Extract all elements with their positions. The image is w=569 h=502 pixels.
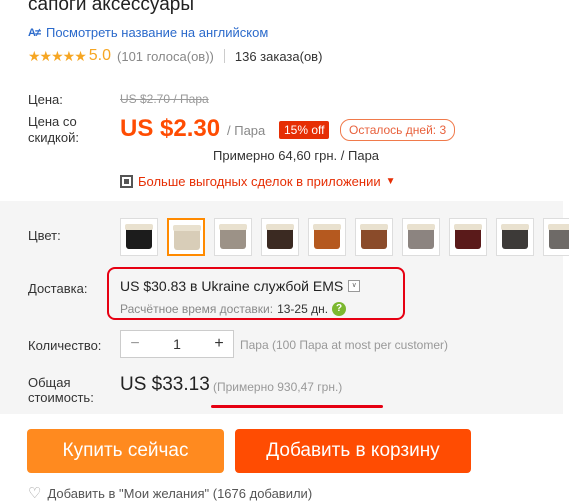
color-swatch-brown[interactable] — [355, 218, 393, 256]
translate-link-label[interactable]: Посмотреть название на английском — [46, 25, 268, 40]
old-price: US $2.70 / Пара — [120, 92, 209, 106]
product-title: сапоги аксессуары — [28, 0, 194, 15]
swatch-lace — [219, 224, 247, 230]
translate-link[interactable]: A≠ Посмотреть название на английском — [28, 25, 268, 40]
swatch-lace — [548, 224, 569, 230]
swatch-lace — [501, 224, 529, 230]
help-icon[interactable]: ? — [332, 302, 347, 316]
quantity-stepper: − 1 + — [120, 330, 234, 358]
swatch-lace — [173, 225, 201, 231]
swatch-lace — [266, 224, 294, 230]
delivery-time: Расчётное время доставки: 13-25 дн. ? — [120, 302, 347, 316]
swatch-image — [220, 227, 246, 249]
swatch-lace — [454, 224, 482, 230]
buy-now-button[interactable]: Купить сейчас — [27, 429, 224, 473]
color-swatch-coffee[interactable] — [261, 218, 299, 256]
heart-icon[interactable]: ♡ — [28, 484, 41, 502]
shipping-cost[interactable]: US $30.83 в Ukraine службой EMS — [120, 278, 343, 294]
swatch-lace — [407, 224, 435, 230]
divider — [223, 49, 225, 63]
app-deals-link[interactable]: Больше выгодных сделок в приложении ▼ — [120, 174, 396, 189]
color-swatch-black[interactable] — [120, 218, 158, 256]
star-rating-icon: ★★★★★ — [28, 47, 87, 64]
swatch-image — [549, 227, 569, 249]
current-price: US $2.30 — [120, 115, 221, 142]
total-approx: (Примерно 930,47 грн.) — [213, 380, 343, 394]
increase-button[interactable]: + — [205, 335, 233, 353]
shipping-label: Доставка: — [28, 281, 88, 296]
days-left-badge: Осталось дней: 3 — [340, 119, 456, 141]
swatch-image — [267, 227, 293, 249]
swatch-image — [361, 227, 387, 249]
total-price: US $33.13 — [120, 374, 210, 395]
swatch-image — [502, 227, 528, 249]
color-label: Цвет: — [28, 228, 61, 243]
swatch-image — [314, 227, 340, 249]
quantity-label: Количество: — [28, 338, 102, 353]
chevron-down-icon[interactable]: ▼ — [386, 176, 396, 187]
chevron-down-icon[interactable]: ∨ — [348, 280, 361, 292]
quantity-note: Пара (100 Пара at most per customer) — [240, 338, 449, 352]
color-swatch-wine[interactable] — [449, 218, 487, 256]
price-unit: / Пара — [227, 123, 266, 138]
color-swatch-light-gray[interactable] — [402, 218, 440, 256]
delivery-time-label: Расчётное время доставки: — [120, 302, 274, 316]
orders-count: 136 заказа(ов) — [234, 48, 323, 64]
swatch-lace — [313, 224, 341, 230]
total-label: Общая стоимость: — [28, 375, 94, 405]
approx-price: Примерно 64,60 грн. / Пара — [213, 148, 380, 163]
swatch-image — [126, 227, 152, 249]
price-label: Цена: — [28, 92, 63, 107]
rating-votes[interactable]: (101 голоса(ов)) — [117, 49, 214, 64]
color-swatches — [120, 218, 569, 256]
wishlist-label[interactable]: Добавить в "Мои желания" (1676 добавили) — [47, 486, 312, 501]
color-swatch-beige[interactable] — [167, 218, 205, 256]
swatch-image — [174, 228, 200, 250]
decrease-button[interactable]: − — [121, 335, 149, 353]
add-to-cart-button[interactable]: Добавить в корзину — [235, 429, 471, 473]
app-deals-label[interactable]: Больше выгодных сделок в приложении — [138, 174, 381, 189]
delivery-time-value: 13-25 дн. — [277, 302, 329, 316]
annotation-underline — [211, 405, 383, 408]
swatch-lace — [125, 224, 153, 230]
wishlist-link[interactable]: ♡ Добавить в "Мои желания" (1676 добавил… — [28, 484, 312, 502]
rating-score: 5.0 — [88, 47, 112, 64]
qr-code-icon — [120, 175, 133, 188]
discount-badge: 15% off — [279, 121, 330, 139]
swatch-lace — [360, 224, 388, 230]
swatch-image — [408, 227, 434, 249]
swatch-image — [455, 227, 481, 249]
quantity-input[interactable]: 1 — [149, 336, 205, 352]
color-swatch-gray[interactable] — [214, 218, 252, 256]
shipping-method[interactable]: US $30.83 в Ukraine службой EMS ∨ — [120, 278, 361, 294]
discount-price-label: Цена со скидкой: — [28, 114, 79, 145]
color-swatch-dark-gray[interactable] — [496, 218, 534, 256]
color-swatch-orange-brown[interactable] — [308, 218, 346, 256]
color-swatch-gray-pattern[interactable] — [543, 218, 569, 256]
rating-row: ★★★★★ 5.0 (101 голоса(ов)) 136 заказа(ов… — [28, 47, 322, 65]
translate-icon: A≠ — [28, 26, 41, 39]
